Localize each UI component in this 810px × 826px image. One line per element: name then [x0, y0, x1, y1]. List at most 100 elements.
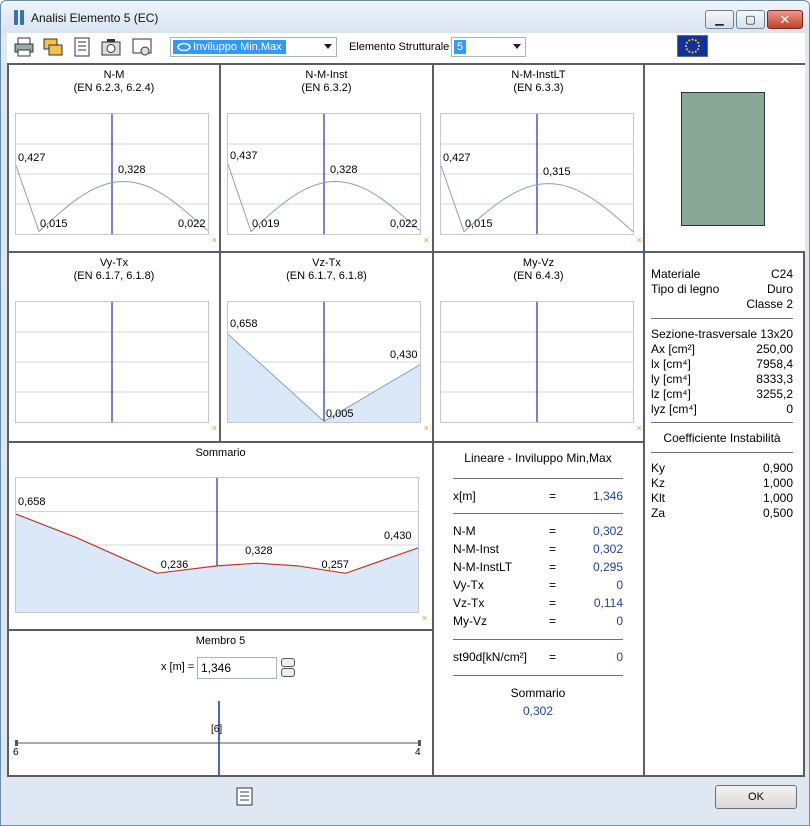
plot-corner-marker: × [423, 235, 429, 245]
elemento-label: Elemento Strutturale [349, 41, 450, 53]
prop-value: 3255,2 [756, 387, 793, 401]
x-position-input[interactable]: 1,346 [197, 657, 277, 679]
result-value: 0 [616, 650, 623, 664]
result-label: N-M-Inst [453, 542, 499, 556]
plot-svg [15, 114, 209, 234]
camera-icon[interactable] [100, 36, 122, 58]
result-value: 0,295 [592, 560, 623, 574]
data-label: 0,658 [18, 496, 46, 509]
data-label: 0,328 [245, 545, 273, 558]
flag-star [688, 39, 691, 42]
maximize-button[interactable]: ▢ [736, 10, 765, 29]
prop-label: Sezione-trasversale [651, 327, 758, 341]
flag-star [685, 45, 687, 47]
chart-plot-vy-tx: × [15, 301, 217, 433]
chart-title: N-M-Inst [305, 69, 348, 81]
result-label: Vz-Tx [453, 596, 485, 610]
chart-title: My-Vz [522, 257, 555, 269]
elemento-value: 5 [454, 40, 467, 54]
plot-svg [16, 302, 208, 422]
chart-panel-vy-tx: Vy-Tx (EN 6.1.7, 6.1.8) × [9, 253, 219, 441]
x-position-spinner[interactable] [281, 658, 295, 678]
result-value: 0,302 [592, 542, 623, 556]
plot-corner-marker: × [211, 235, 217, 245]
bottom-bar: OK [1, 777, 809, 825]
summary-value: 0,302 [522, 704, 554, 718]
data-label-start: 0,427 [18, 151, 46, 164]
divider [643, 251, 805, 253]
result-label: N-M-InstLT [453, 560, 513, 574]
flag-star [688, 50, 691, 53]
data-label: 0,430 [384, 529, 412, 542]
separator [453, 513, 623, 514]
flag-star [691, 51, 694, 54]
title-bar: Analisi Elemento 5 (EC) ▁ ▢ ✕ [1, 1, 809, 33]
ok-button[interactable]: OK [715, 785, 797, 809]
data-label-end: 0,022 [390, 218, 418, 230]
chevron-down-icon [513, 44, 521, 49]
screenshot-icon[interactable] [131, 36, 153, 58]
separator [651, 318, 793, 319]
coefficients-title: Coefficiente Instabilità [663, 431, 781, 445]
member-diagram [15, 701, 421, 775]
data-label-end: 0,430 [390, 348, 418, 361]
close-button[interactable]: ✕ [767, 10, 803, 29]
equals: = [549, 489, 557, 503]
prop-value: 7958,4 [756, 357, 793, 371]
equals: = [549, 650, 557, 664]
export-icon[interactable] [42, 36, 64, 58]
flag-star [697, 48, 700, 51]
chart-title: N-M [103, 69, 125, 81]
prop-value: 0,900 [762, 461, 793, 475]
flag-star [691, 38, 694, 41]
separator [453, 639, 623, 640]
equals: = [549, 614, 557, 628]
spin-up-icon[interactable] [281, 658, 295, 667]
data-label-mid: 0,315 [543, 165, 571, 178]
node-mid-label: [6] [211, 724, 223, 735]
plot-svg [15, 478, 419, 612]
plot-corner-marker: × [636, 235, 642, 245]
data-label-mid: 0,328 [330, 163, 358, 176]
chart-panel-vz-tx: Vz-Tx (EN 6.1.7, 6.1.8) × 0,658 0,005 0,430 [221, 253, 432, 441]
load-combination-select[interactable]: Inviluppo Min,Max [170, 37, 337, 57]
print-icon[interactable] [13, 36, 35, 58]
data-label: 0,236 [160, 559, 189, 572]
prop-value: 13x20 [760, 327, 793, 341]
prop-value: Classe 2 [746, 297, 793, 311]
prop-label: Ax [cm²] [651, 342, 695, 356]
chart-title: Sommario [195, 447, 246, 459]
spin-down-icon[interactable] [281, 668, 295, 677]
member-panel: Membro 5 x [m] = 1,346 6 4 [6] [9, 631, 432, 775]
chart-subtitle: (EN 6.1.7, 6.1.8) [286, 270, 367, 282]
data-label-start: 0,437 [230, 150, 258, 163]
chart-plot-nm: × 0,427 0,015 0,328 0,022 [15, 113, 217, 245]
prop-value: 0,500 [762, 506, 793, 520]
data-label-start: 0,658 [230, 318, 258, 331]
elemento-select[interactable]: 5 [451, 37, 526, 57]
prop-value: Duro [766, 282, 793, 296]
data-label-min: 0,015 [40, 218, 68, 230]
equals: = [549, 578, 557, 592]
chart-panel-nm: N-M (EN 6.2.3, 6.2.4) × 0,427 0,015 0,328 0,… [9, 65, 219, 251]
data-label-min: 0,019 [252, 218, 280, 230]
data-label-end: 0,022 [178, 218, 206, 230]
data-label-min: 0,005 [326, 408, 354, 420]
result-value: 0,302 [592, 524, 623, 538]
prop-label: lyz [cm⁴] [651, 402, 697, 416]
chart-panel-nm-inst: N-M-Inst (EN 6.3.2) × 0,437 0,019 0,328 0,02… [221, 65, 432, 251]
result-value: 0 [616, 578, 623, 592]
plot-svg [441, 302, 633, 422]
results-title: Lineare - Inviluppo Min,Max [464, 451, 612, 465]
chart-plot-nm-inst: × 0,437 0,019 0,328 0,022 [227, 113, 429, 245]
report-icon[interactable] [71, 36, 93, 58]
minimize-button[interactable]: ▁ [705, 10, 734, 29]
flag-star [685, 48, 688, 51]
report-table-icon[interactable] [233, 785, 255, 807]
data-label-start: 0,427 [443, 151, 471, 164]
toolbar: Inviluppo Min,Max Elemento Strutturale 5 [7, 33, 805, 63]
prop-value: 0 [786, 402, 793, 416]
cross-section-shape [681, 92, 765, 226]
separator [453, 478, 623, 479]
chart-plot-vz-tx: × 0,658 0,005 0,430 [227, 301, 429, 433]
